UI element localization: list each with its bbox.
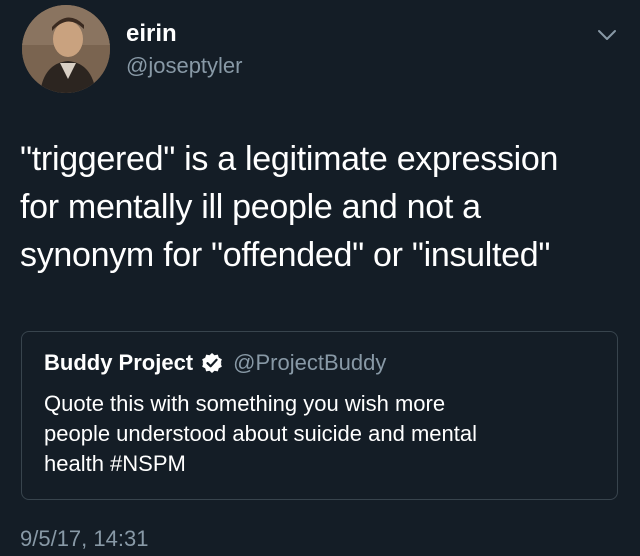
- quoted-user-handle: @ProjectBuddy: [233, 350, 387, 375]
- chevron-down-icon[interactable]: [596, 24, 618, 46]
- avatar[interactable]: [22, 5, 110, 93]
- user-handle[interactable]: @joseptyler: [126, 52, 243, 80]
- display-name[interactable]: eirin: [126, 20, 177, 48]
- tweet-timestamp[interactable]: 9/5/17, 14:31: [20, 526, 148, 552]
- tweet-text-line: synonym for "offended" or "insulted": [20, 236, 551, 274]
- tweet-text-line: for mentally ill people and not a: [20, 188, 481, 226]
- quoted-text-line: health #NSPM: [44, 451, 186, 476]
- tweet-text-line: "triggered" is a legitimate expression: [20, 140, 559, 178]
- avatar-photo: [22, 5, 110, 93]
- quoted-text-line: people understood about suicide and ment…: [44, 421, 477, 446]
- quoted-display-name: Buddy Project: [44, 350, 194, 375]
- quoted-text-line: Quote this with something you wish more: [44, 391, 446, 416]
- tweet: eirin @joseptyler "triggered" is a legit…: [0, 0, 640, 556]
- verified-badge-icon: [201, 352, 223, 374]
- quoted-tweet-text: Quote this with something you wish more …: [44, 389, 604, 479]
- tweet-text: "triggered" is a legitimate expression f…: [20, 135, 620, 279]
- quoted-tweet-card[interactable]: Buddy Project @ProjectBuddy Quote this w…: [21, 331, 618, 500]
- quoted-tweet-header: Buddy Project @ProjectBuddy: [44, 350, 386, 376]
